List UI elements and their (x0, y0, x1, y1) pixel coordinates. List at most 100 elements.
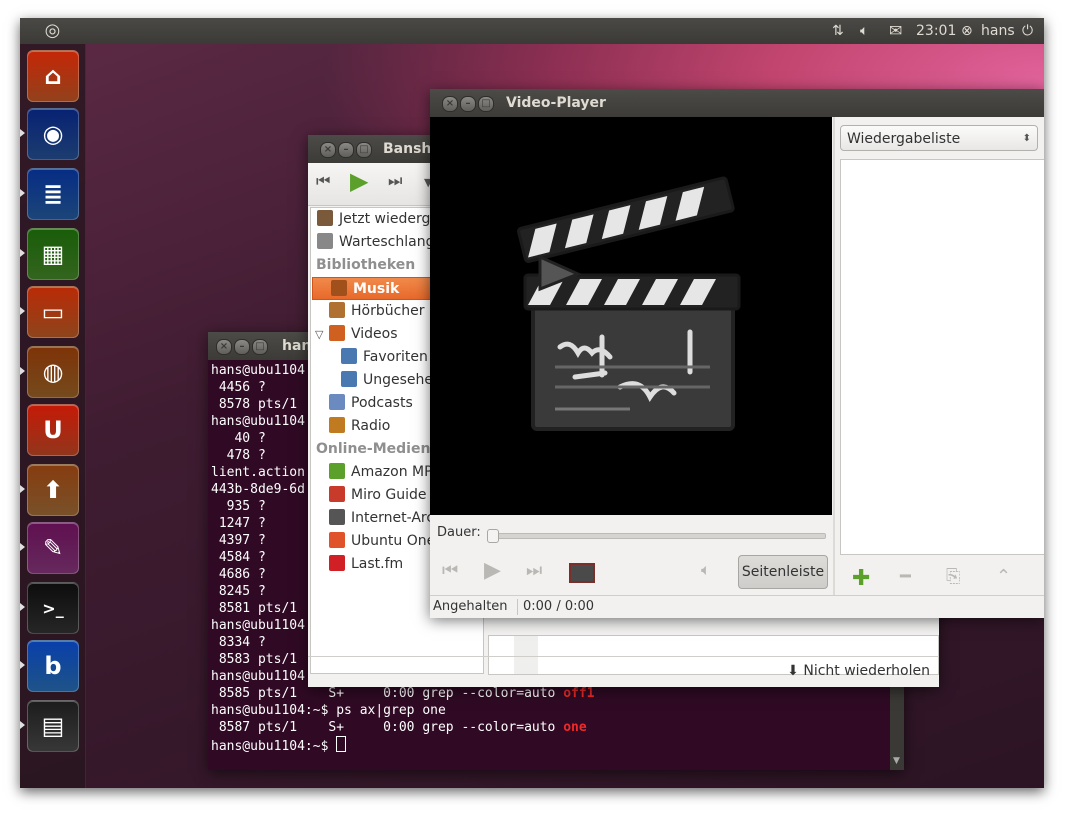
clapperboard-logo (517, 176, 741, 431)
previous-icon[interactable]: ⏮ (316, 171, 330, 191)
play-icon[interactable]: ▶ (350, 167, 368, 195)
terminal-text: 8587 pts/1 S+ 0:00 grep --color=auto (211, 720, 564, 735)
launcher-video-player[interactable]: ▤ (27, 700, 79, 752)
maximize-icon[interactable]: □ (252, 339, 268, 355)
combo-arrows-icon: ⬍ (1022, 133, 1031, 144)
launcher-ubuntu-one[interactable]: U (27, 404, 79, 456)
launcher-banshee[interactable]: b (27, 640, 79, 692)
launcher-writer[interactable]: ≣ (27, 168, 79, 220)
next-icon[interactable]: ⏭ (388, 171, 402, 191)
seek-handle[interactable] (487, 529, 499, 543)
playlist-combo-label: Wiedergabeliste (847, 131, 961, 147)
window-title: Video-Player (506, 95, 606, 111)
launcher-impress[interactable]: ▭ (27, 286, 79, 338)
banshee-footer: ⬇ Nicht wiederholen (308, 656, 939, 687)
source-icon (329, 394, 345, 410)
source-icon (329, 532, 345, 548)
minimize-icon[interactable]: – (338, 142, 354, 158)
add-icon[interactable]: ✚ (852, 566, 870, 591)
source-icon (329, 555, 345, 571)
duration-label: Dauer: (437, 525, 481, 540)
launcher-update-manager[interactable]: ⬆ (27, 464, 79, 516)
expander-icon[interactable]: ▽ (315, 323, 323, 346)
move-up-icon[interactable]: ⌃ (996, 566, 1011, 587)
minimize-icon[interactable]: – (234, 339, 250, 355)
video-player-icon: ▤ (41, 712, 65, 740)
system-settings-icon: ✎ (42, 534, 64, 562)
software-center-icon: ◍ (42, 358, 64, 386)
scroll-down-icon[interactable]: ▼ (893, 756, 900, 766)
user-status-icon[interactable]: ⊗ (961, 18, 973, 44)
fullscreen-icon[interactable] (569, 563, 595, 583)
source-icon (317, 210, 333, 226)
source-label: Last.fm (351, 556, 404, 572)
ubuntu-logo-icon: ◎ (44, 20, 61, 41)
sidebar-divider[interactable] (833, 117, 835, 617)
close-icon[interactable]: × (320, 142, 336, 158)
video-area[interactable] (430, 117, 832, 515)
firefox-icon: ◉ (42, 120, 64, 148)
repeat-button[interactable]: ⬇ Nicht wiederholen (787, 663, 930, 679)
source-label: Ubuntu One (351, 533, 436, 549)
terminal-prompt: hans@ubu1104:~$ (211, 739, 337, 754)
terminal-icon: >_ (42, 598, 64, 618)
source-label: Miro Guide (351, 487, 427, 503)
play-icon[interactable]: ▶ (484, 558, 501, 583)
clapperboard-icon (517, 176, 741, 431)
seek-slider[interactable] (487, 529, 826, 543)
close-icon[interactable]: × (442, 96, 458, 112)
source-icon (329, 486, 345, 502)
next-icon[interactable]: ⏭ (526, 560, 542, 581)
running-indicator (20, 603, 25, 611)
source-label: Favoriten (363, 349, 428, 365)
grep-match: off1 (563, 686, 595, 701)
terminal-line: hans@ubu1104:~$ ps ax|grep one (211, 703, 446, 718)
launcher: ⌂ ◉ ≣ ▦ ▭ ◍ U ⬆ ✎ >_b ▤ (20, 44, 86, 788)
playlist-view[interactable] (840, 159, 1044, 555)
volume-icon[interactable]: 🔈︎ (701, 560, 711, 580)
remove-icon[interactable]: ━ (900, 566, 911, 587)
repeat-label: Nicht wiederholen (803, 663, 930, 679)
source-icon (329, 302, 345, 318)
banshee-icon: b (44, 652, 62, 680)
launcher-terminal[interactable]: >_ (27, 582, 79, 634)
maximize-icon[interactable]: □ (356, 142, 372, 158)
launcher-system-settings[interactable]: ✎ (27, 522, 79, 574)
status-divider (517, 599, 518, 615)
sound-icon[interactable]: 🔈︎ (860, 18, 868, 44)
previous-icon[interactable]: ⏮ (442, 560, 458, 581)
launcher-software-center[interactable]: ◍ (27, 346, 79, 398)
launcher-calc[interactable]: ▦ (27, 228, 79, 280)
user-name[interactable]: hans (981, 18, 1015, 44)
source-label: Musik (353, 281, 400, 297)
running-indicator (20, 249, 25, 257)
source-icon (331, 280, 347, 296)
save-icon[interactable]: ⎘ (946, 566, 960, 587)
launcher-home-folder[interactable]: ⌂ (27, 50, 79, 102)
video-player-titlebar[interactable]: × – □ Video-Player (430, 89, 1044, 117)
dash-home-button[interactable]: ◎ (20, 18, 85, 44)
source-label: Podcasts (351, 395, 413, 411)
network-icon[interactable]: ⇅ (832, 18, 844, 44)
power-icon[interactable]: ⏻ (1022, 18, 1033, 44)
repeat-arrow-icon: ⬇ (787, 663, 804, 679)
launcher-firefox[interactable]: ◉ (27, 108, 79, 160)
video-player-window: × – □ Video-Player Wiedergabeliste ⬍ ✚ ━… (430, 89, 1044, 618)
source-group-header: Online-Medien (316, 441, 431, 457)
mail-icon[interactable]: ✉ (889, 18, 902, 44)
close-icon[interactable]: × (216, 339, 232, 355)
sidebar-toggle-button[interactable]: Seitenleiste (738, 555, 828, 589)
terminal-line: 8587 pts/1 S+ 0:00 grep --color=auto one (211, 719, 887, 736)
home-folder-icon: ⌂ (44, 62, 62, 90)
source-icon (329, 509, 345, 525)
source-icon (329, 417, 345, 433)
maximize-icon[interactable]: □ (478, 96, 494, 112)
impress-icon: ▭ (41, 298, 65, 326)
terminal-line: 8585 pts/1 S+ 0:00 grep --color=auto off… (211, 685, 887, 702)
playlist-combo[interactable]: Wiedergabeliste ⬍ (840, 125, 1038, 151)
running-indicator (20, 307, 25, 315)
minimize-icon[interactable]: – (460, 96, 476, 112)
ubuntu-one-icon: U (43, 416, 63, 444)
update-manager-icon: ⬆ (42, 476, 64, 504)
clock[interactable]: 23:01 (916, 18, 956, 44)
